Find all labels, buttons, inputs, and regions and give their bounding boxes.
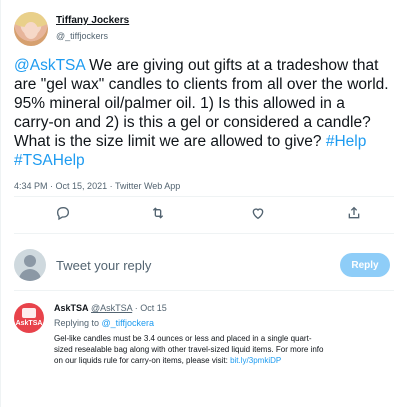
- text-segment: 95% mineral oil/palmer oil. 1) Is this a…: [14, 95, 345, 112]
- text-segment: are "gel wax" candles to clients from al…: [14, 76, 389, 93]
- text-line: carry-on and 2) is this a gel or conside…: [14, 113, 398, 132]
- current-user-avatar: [14, 249, 46, 281]
- text-segment: on our liquids rule for carry-on items, …: [54, 356, 231, 365]
- avatar-body: [19, 269, 41, 281]
- author-avatar[interactable]: [14, 12, 48, 46]
- hashtag-link[interactable]: #Help: [326, 133, 367, 150]
- text-segment: Gel-like candles must be 3.4 ounces or l…: [54, 334, 312, 343]
- text-segment: We are giving out gifts at a tradeshow t…: [84, 57, 379, 74]
- text-line: What is the size limit we are allowed to…: [14, 132, 398, 151]
- retweet-icon[interactable]: [146, 201, 170, 225]
- replying-prefix: Replying to: [54, 318, 102, 328]
- text-segment: sized resealable bag along with other tr…: [54, 345, 324, 354]
- url-link[interactable]: bit.ly/3pmkiDP: [230, 356, 281, 365]
- text-line: on our liquids rule for carry-on items, …: [54, 355, 398, 366]
- avatar-head: [24, 255, 36, 267]
- left-border: [0, 0, 1, 407]
- text-line: 95% mineral oil/palmer oil. 1) Is this a…: [14, 94, 398, 113]
- text-segment: carry-on and 2) is this a gel or conside…: [14, 114, 371, 131]
- reply-author-name[interactable]: AskTSA: [54, 303, 89, 313]
- tweet-date[interactable]: Oct 15, 2021: [56, 181, 108, 191]
- asktsa-avatar[interactable]: AskTSA: [14, 303, 44, 333]
- like-icon[interactable]: [246, 201, 270, 225]
- avatar-label: AskTSA: [15, 320, 43, 327]
- author-handle[interactable]: @_tiffjockers: [56, 31, 108, 41]
- share-icon[interactable]: [342, 201, 366, 225]
- reply-date[interactable]: Oct 15: [140, 303, 167, 313]
- tweet-time[interactable]: 4:34 PM: [14, 181, 48, 191]
- text-segment: What is the size limit we are allowed to…: [14, 133, 326, 150]
- text-line: sized resealable bag along with other tr…: [54, 344, 398, 355]
- avatar-face: [24, 22, 38, 39]
- reply-header: AskTSA @AskTSA · Oct 15: [54, 303, 167, 313]
- reply-tweet[interactable]: AskTSA AskTSA @AskTSA · Oct 15 Replying …: [14, 299, 398, 399]
- tweet-author: Tiffany Jockers @_tiffjockers: [14, 12, 394, 48]
- reply-icon[interactable]: [51, 201, 75, 225]
- tweet-source[interactable]: Twitter Web App: [115, 181, 180, 191]
- tweet-meta: 4:34 PM · Oct 15, 2021 · Twitter Web App: [14, 181, 180, 191]
- mention-link[interactable]: @AskTSA: [14, 57, 85, 74]
- tweet-action-bar: [14, 197, 394, 231]
- author-name[interactable]: Tiffany Jockers: [56, 15, 129, 26]
- reply-text: Gel-like candles must be 3.4 ounces or l…: [54, 333, 398, 366]
- divider: [14, 233, 394, 234]
- text-line: are "gel wax" candles to clients from al…: [14, 75, 398, 94]
- tweet-page: Tiffany Jockers @_tiffjockers @AskTSA We…: [0, 0, 408, 407]
- reply-button[interactable]: Reply: [340, 253, 390, 277]
- replying-to-handle[interactable]: @_tiffjockera: [102, 318, 155, 328]
- chat-bubble-icon: [22, 308, 36, 318]
- reply-input[interactable]: Tweet your reply: [56, 256, 296, 276]
- divider: [14, 290, 394, 291]
- text-line: #TSAHelp: [14, 151, 398, 170]
- tweet-text: @AskTSA We are giving out gifts at a tra…: [14, 56, 398, 170]
- reply-composer: Tweet your reply Reply: [14, 247, 394, 287]
- replying-to: Replying to @_tiffjockera: [54, 318, 154, 328]
- reply-author-handle[interactable]: @AskTSA: [91, 303, 132, 313]
- text-line: Gel-like candles must be 3.4 ounces or l…: [54, 333, 398, 344]
- text-line: @AskTSA We are giving out gifts at a tra…: [14, 56, 398, 75]
- hashtag-link[interactable]: #TSAHelp: [14, 152, 85, 169]
